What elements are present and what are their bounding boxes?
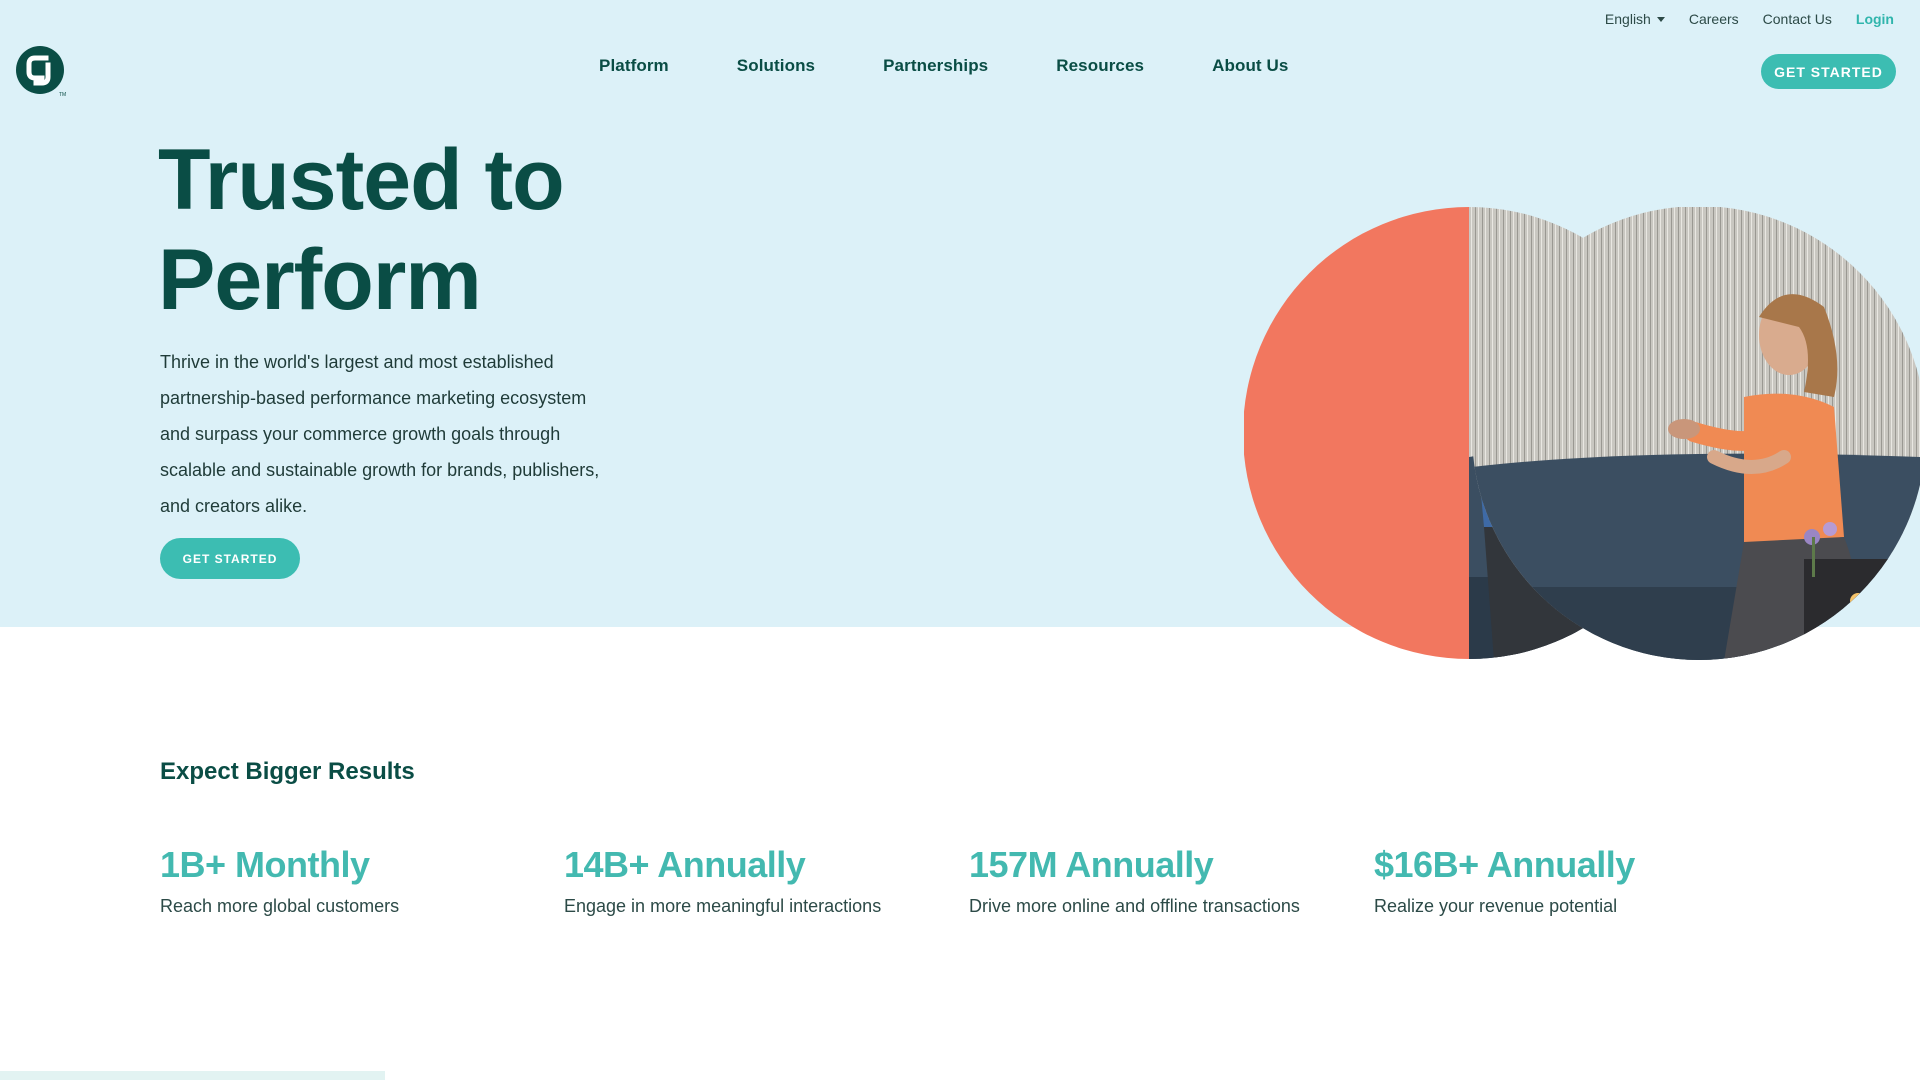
hero-people-talking-photo: [1244, 207, 1920, 661]
stat-value: $16B+ Annually: [1374, 844, 1635, 885]
header-get-started-button[interactable]: GET STARTED: [1761, 54, 1896, 89]
photo-woman: [1472, 207, 1920, 660]
coral-half-circle: [1244, 207, 1469, 659]
careers-link[interactable]: Careers: [1689, 11, 1739, 27]
bottom-divider-strip: [0, 1071, 385, 1080]
stat-value: 157M Annually: [969, 844, 1214, 885]
stat-value: 1B+ Monthly: [160, 844, 370, 885]
nav-item-about-us[interactable]: About Us: [1212, 56, 1288, 76]
stat-card: $16B+ Annually Realize your revenue pote…: [1374, 842, 1754, 918]
stat-card: 1B+ Monthly Reach more global customers: [160, 842, 540, 918]
cj-logo-icon[interactable]: TM: [15, 45, 67, 98]
utility-nav: English Careers Contact Us Login: [1605, 8, 1894, 30]
contact-us-link[interactable]: Contact Us: [1763, 11, 1832, 27]
nav-item-solutions[interactable]: Solutions: [737, 56, 815, 76]
main-nav: Platform Solutions Partnerships Resource…: [599, 56, 1288, 76]
language-selector[interactable]: English: [1605, 11, 1665, 27]
stat-value: 14B+ Annually: [564, 844, 806, 885]
nav-item-resources[interactable]: Resources: [1056, 56, 1144, 76]
stat-label: Reach more global customers: [160, 896, 400, 916]
nav-item-platform[interactable]: Platform: [599, 56, 669, 76]
hero-title-line-2: Perform: [158, 232, 482, 328]
results-heading: Expect Bigger Results: [160, 758, 415, 785]
language-label: English: [1604, 11, 1651, 27]
stat-label: Realize your revenue potential: [1374, 896, 1618, 916]
hero-get-started-button[interactable]: GET STARTED: [160, 538, 300, 579]
chevron-down-icon: [1656, 16, 1665, 22]
trademark-mark: TM: [59, 92, 66, 97]
hero-description: Thrive in the world's largest and most e…: [160, 352, 600, 516]
hero-title-line-1: Trusted to: [158, 132, 565, 228]
stat-label: Drive more online and offline transactio…: [969, 896, 1300, 916]
stat-card: 14B+ Annually Engage in more meaningful …: [564, 842, 944, 918]
login-link[interactable]: Login: [1856, 11, 1894, 27]
hero-title: Trusted to Perform: [158, 130, 678, 330]
stat-label: Engage in more meaningful interactions: [564, 896, 882, 916]
nav-item-partnerships[interactable]: Partnerships: [883, 56, 988, 76]
stat-card: 157M Annually Drive more online and offl…: [969, 842, 1349, 918]
